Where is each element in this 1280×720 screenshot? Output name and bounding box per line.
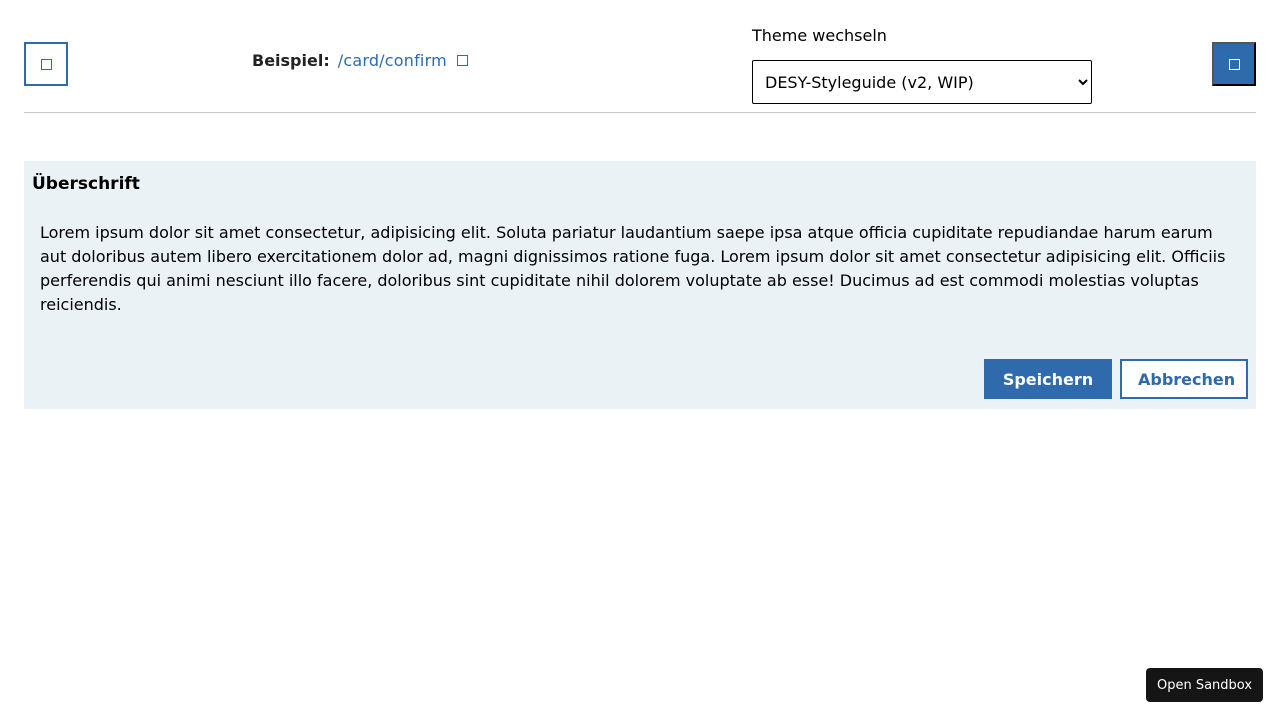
square-icon bbox=[40, 58, 52, 70]
example-info: Beispiel: /card/confirm bbox=[252, 49, 468, 71]
example-path-link[interactable]: /card/confirm bbox=[338, 51, 447, 70]
example-label: Beispiel: bbox=[252, 50, 330, 70]
square-icon bbox=[1228, 58, 1240, 70]
external-link-icon[interactable] bbox=[456, 54, 468, 66]
save-button[interactable]: Speichern bbox=[984, 359, 1112, 399]
theme-switcher: Theme wechseln DESY-Styleguide (v2, WIP) bbox=[752, 26, 1092, 104]
confirm-card: Überschrift Lorem ipsum dolor sit amet c… bbox=[24, 161, 1256, 409]
open-sandbox-button[interactable]: Open Sandbox bbox=[1146, 668, 1263, 702]
left-icon-button[interactable] bbox=[24, 42, 68, 86]
header: Beispiel: /card/confirm Theme wechseln D… bbox=[24, 0, 1256, 113]
theme-select[interactable]: DESY-Styleguide (v2, WIP) bbox=[752, 60, 1092, 104]
theme-label: Theme wechseln bbox=[752, 26, 887, 45]
page: Beispiel: /card/confirm Theme wechseln D… bbox=[0, 0, 1280, 720]
cancel-button[interactable]: Abbrechen bbox=[1120, 359, 1248, 399]
card-title: Überschrift bbox=[32, 174, 140, 194]
card-actions: Speichern Abbrechen bbox=[984, 359, 1248, 399]
right-icon-button[interactable] bbox=[1212, 42, 1256, 86]
card-body-text: Lorem ipsum dolor sit amet consectetur, … bbox=[40, 223, 1226, 314]
